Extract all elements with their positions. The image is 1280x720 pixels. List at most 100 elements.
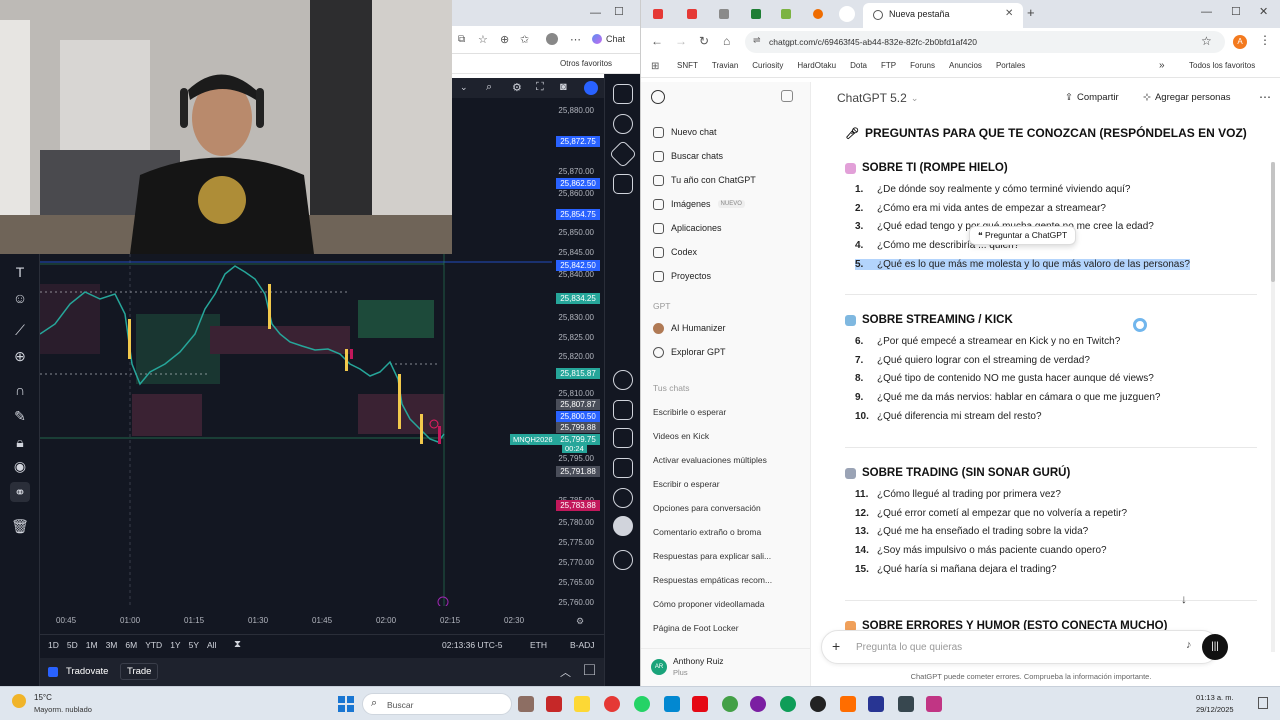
maximize-panel-icon[interactable]: ⬜︎ (584, 664, 595, 677)
clock[interactable]: 02:13:36 UTC-5 (442, 640, 502, 650)
weather-temp[interactable]: 15°C (34, 693, 52, 702)
ruler-icon[interactable]: ⟋ (10, 320, 30, 340)
site-info-icon[interactable]: ⇌ (753, 35, 761, 46)
voice-mode-button[interactable]: ||| (1202, 634, 1228, 660)
scrollbar[interactable] (1271, 162, 1275, 652)
range-button[interactable]: 6M (125, 640, 137, 650)
alerts-icon[interactable] (613, 114, 633, 134)
chevron-up-icon[interactable]: ︿ (560, 664, 571, 680)
bookmark-item[interactable]: HardOtaku (797, 61, 836, 70)
taskbar-search[interactable]: ⌕ Buscar (362, 693, 512, 715)
bookmarks-overflow[interactable]: » (1159, 60, 1165, 71)
apps-grid-icon[interactable]: ⊞ (651, 61, 659, 72)
profile-avatar[interactable]: A (1233, 35, 1247, 49)
taskbar-time[interactable]: 01:13 a. m. (1196, 693, 1234, 702)
chat-history-item[interactable]: Escribir o esperar (641, 472, 801, 496)
sheets-tab-icon[interactable] (781, 9, 791, 19)
forward-icon[interactable]: → (675, 34, 687, 48)
target-icon[interactable] (613, 370, 633, 390)
app-icon[interactable] (664, 696, 680, 712)
range-button[interactable]: 3M (106, 640, 118, 650)
gpt-item[interactable]: Explorar GPT (641, 340, 811, 364)
home-icon[interactable]: ⌂ (723, 34, 730, 48)
ask-chatgpt-tooltip[interactable]: ❝ Preguntar a ChatGPT (969, 226, 1077, 245)
eye-icon[interactable]: ◉ (10, 456, 30, 476)
chatgpt-app-icon[interactable] (810, 696, 826, 712)
address-bar[interactable]: ⇌ chatgpt.com/c/69463f45-ab44-832e-82fc-… (745, 31, 1225, 53)
trade-button[interactable]: Trade (120, 663, 159, 680)
all-favorites[interactable]: Todos los favoritos (1189, 61, 1255, 70)
youtube-tab-icon-2[interactable] (687, 9, 697, 19)
edge-icon[interactable] (780, 696, 796, 712)
maximize-icon[interactable]: ☐ (1231, 5, 1241, 18)
candlestick-chart[interactable] (40, 254, 552, 606)
app-icon[interactable] (898, 696, 914, 712)
tab-favicon[interactable] (719, 9, 729, 19)
pencil-lock-icon[interactable]: ✎ (10, 406, 30, 426)
notifications-icon[interactable] (613, 488, 633, 508)
bookmark-item[interactable]: Curiosity (752, 61, 783, 70)
back-icon[interactable]: ← (651, 34, 663, 48)
chat-history-item[interactable]: Activar evaluaciones múltiples (641, 448, 801, 472)
chrome-icon[interactable] (604, 696, 620, 712)
gpt-item[interactable]: AI Humanizer (641, 316, 811, 340)
help-icon[interactable] (613, 550, 633, 570)
lock-icon[interactable]: 🔒︎ (10, 432, 30, 452)
profile-avatar[interactable] (546, 33, 558, 45)
app-icon[interactable] (722, 696, 738, 712)
grid-apps-icon[interactable] (613, 516, 633, 536)
netflix-icon[interactable] (692, 696, 708, 712)
chatgpt-tab-icon[interactable] (839, 6, 855, 22)
tab-active[interactable]: Nueva pestaña ✕ (863, 3, 1023, 28)
close-tab-icon[interactable]: ✕ (1005, 8, 1013, 19)
chevron-down-icon[interactable]: ⌄ (460, 82, 468, 93)
taskbar-date[interactable]: 29/12/2025 (1196, 705, 1234, 714)
settings-icon[interactable]: ⚙ (512, 81, 522, 94)
sidebar-item[interactable]: Aplicaciones (641, 216, 811, 240)
chat-history-item[interactable]: Respuestas para explicar sali... (641, 544, 801, 568)
text-tool-icon[interactable]: T (10, 262, 30, 282)
prompt-input[interactable]: Pregunta lo que quieras (856, 642, 962, 653)
sidebar-item[interactable]: Codex (641, 240, 811, 264)
chat-history-item[interactable]: Escribirle o esperar (641, 400, 801, 424)
watchlist-icon[interactable] (613, 84, 633, 104)
star-icon[interactable]: ☆ (478, 33, 488, 46)
price-axis[interactable]: 25,880.0025,872.7525,870.0025,865.0025,8… (552, 104, 602, 607)
browser-menu-icon[interactable]: ⋮ (1259, 33, 1271, 47)
windows-start-icon[interactable] (338, 696, 354, 712)
other-favorites[interactable]: Otros favoritos (560, 59, 612, 68)
bookmark-item[interactable]: SNFT (677, 61, 698, 70)
emoji-tool-icon[interactable]: ☺ (10, 288, 30, 308)
signal-icon[interactable] (613, 458, 633, 478)
zoom-icon[interactable]: ⌕ (486, 81, 492, 94)
sidebar-item[interactable]: Proyectos (641, 264, 811, 288)
attach-plus-icon[interactable]: + (832, 638, 840, 654)
link-icon[interactable]: ⚭ (10, 482, 30, 502)
reload-icon[interactable]: ↻ (699, 34, 709, 48)
chat-history-item[interactable]: Página de Foot Locker (641, 616, 801, 640)
chat-history-item[interactable]: Respuestas empáticas recom... (641, 568, 801, 592)
minimize-icon[interactable]: — (590, 7, 601, 19)
chat-history-item[interactable]: Comentario extraño o broma (641, 520, 801, 544)
app-icon[interactable] (840, 696, 856, 712)
range-button[interactable]: 1M (86, 640, 98, 650)
discord-icon[interactable] (750, 696, 766, 712)
bookmark-item[interactable]: Anuncios (949, 61, 982, 70)
range-button[interactable]: 5D (67, 640, 78, 650)
fullscreen-icon[interactable]: ⛶ (536, 81, 544, 94)
close-window-icon[interactable]: ✕ (1259, 5, 1268, 18)
scroll-down-icon[interactable]: ↓ (1181, 592, 1187, 606)
sidebar-toggle-icon[interactable] (781, 90, 793, 102)
trash-icon[interactable]: 🗑︎ (10, 516, 30, 536)
range-button[interactable]: 5Y (189, 640, 199, 650)
tab-icon[interactable]: ⧉ (458, 34, 465, 45)
app-icon[interactable] (518, 696, 534, 712)
adjust-toggle[interactable]: B-ADJ (570, 640, 595, 650)
calendar-icon[interactable] (613, 428, 633, 448)
sidebar-item[interactable]: Nuevo chat (641, 120, 811, 144)
tab-favicon-2[interactable] (813, 9, 823, 19)
youtube-tab-icon[interactable] (653, 9, 663, 19)
maximize-icon[interactable]: ☐ (614, 5, 624, 18)
bookmark-item[interactable]: Dota (850, 61, 867, 70)
new-tab-icon[interactable]: + (1027, 5, 1035, 20)
